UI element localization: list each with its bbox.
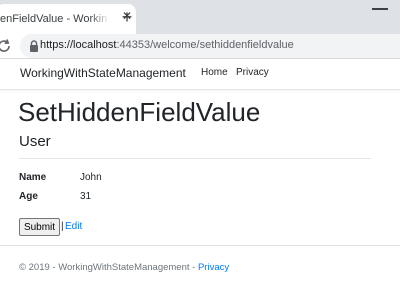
url-text: https://localhost:44353/welcome/sethidde… <box>40 39 294 53</box>
navbar-brand[interactable]: WorkingWithStateManagement <box>20 66 186 80</box>
page-title: SetHiddenFieldValue <box>18 97 261 127</box>
nav-link-privacy[interactable]: Privacy <box>236 67 269 78</box>
edit-link[interactable]: Edit <box>65 221 82 232</box>
field-label-name: Name <box>19 172 47 183</box>
browser-toolbar: https://localhost:44353/welcome/sethidde… <box>0 34 400 58</box>
footer-copyright: © 2019 - WorkingWithStateManagement - <box>19 262 198 273</box>
address-bar[interactable]: https://localhost:44353/welcome/sethidde… <box>20 34 400 58</box>
new-tab-icon[interactable]: + <box>118 8 136 26</box>
footer-divider <box>0 245 400 246</box>
browser-tab[interactable]: enFieldValue - WorkingW <box>0 4 136 34</box>
section-title: User <box>19 133 51 150</box>
lock-icon <box>30 40 38 52</box>
minimize-icon[interactable] <box>372 8 388 10</box>
footer-privacy-link[interactable]: Privacy <box>198 262 229 273</box>
section-divider <box>19 158 371 159</box>
action-separator: | <box>61 221 64 232</box>
field-value-age: 31 <box>80 191 92 202</box>
browser-tabstrip: enFieldValue - WorkingW ✕ + <box>0 0 400 34</box>
site-navbar: WorkingWithStateManagement Home Privacy <box>0 59 400 90</box>
field-value-name: John <box>80 172 102 183</box>
reload-icon[interactable] <box>0 36 14 56</box>
url-path: :44353/welcome/sethiddenfieldvalue <box>116 39 294 51</box>
field-label-age: Age <box>19 191 38 202</box>
url-host: https://localhost <box>40 39 117 51</box>
submit-button[interactable]: Submit <box>19 218 60 236</box>
tab-title-fade <box>90 8 110 30</box>
nav-link-home[interactable]: Home <box>201 67 228 78</box>
footer: © 2019 - WorkingWithStateManagement - Pr… <box>19 262 229 273</box>
